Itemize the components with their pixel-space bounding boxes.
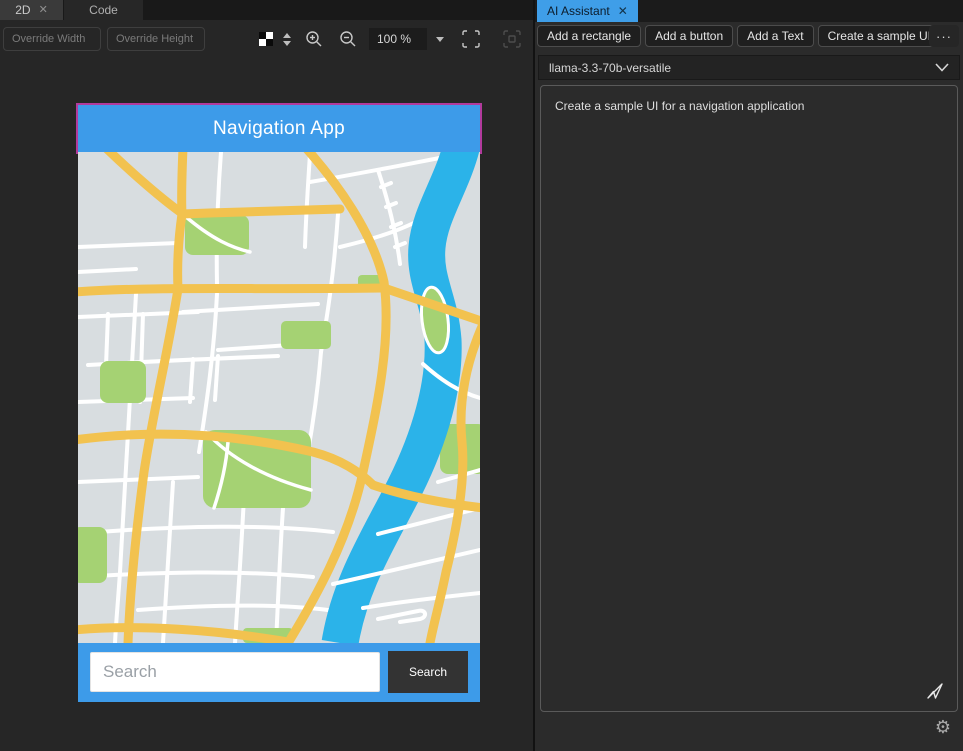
zoom-dropdown-arrow-icon[interactable]	[436, 36, 444, 42]
add-text-button[interactable]: Add a Text	[737, 25, 814, 47]
step-up-icon	[283, 32, 291, 38]
navigation-app-mockup[interactable]: Navigation App Search Search	[78, 105, 480, 702]
canvas-background-color-button[interactable]	[253, 26, 279, 52]
design-toolbar: 100 %	[0, 20, 561, 58]
override-width-input[interactable]	[3, 27, 101, 51]
ai-settings-button[interactable]: ⚙	[931, 715, 955, 739]
mockup-map[interactable]	[78, 152, 480, 643]
mockup-search-button[interactable]: Search	[388, 651, 468, 693]
chevron-down-icon	[935, 63, 949, 72]
zoom-out-button[interactable]	[335, 26, 361, 52]
ai-assistant-panel: AI Assistant ✕ Add a rectangle Add a but…	[535, 0, 963, 751]
zoom-in-button[interactable]	[301, 26, 327, 52]
send-prompt-button[interactable]	[923, 679, 947, 703]
tab-code-label: Code	[89, 3, 118, 17]
tab-2d-close-icon[interactable]: ✕	[39, 4, 48, 16]
tab-ai-assistant-close-icon[interactable]: ✕	[618, 4, 628, 18]
tab-ai-assistant-label: AI Assistant	[547, 4, 610, 18]
background-color-stepper[interactable]	[283, 32, 291, 46]
zoom-in-icon	[306, 31, 322, 47]
zoom-level-field[interactable]: 100 %	[369, 28, 427, 50]
tab-2d[interactable]: 2D ✕	[0, 0, 63, 20]
tab-ai-assistant[interactable]: AI Assistant ✕	[537, 0, 638, 22]
mockup-search-input[interactable]	[90, 652, 380, 692]
add-rectangle-button[interactable]: Add a rectangle	[537, 25, 642, 47]
app-window: 2D ✕ Code Override Width Override Height…	[0, 0, 963, 751]
map-image	[78, 152, 480, 643]
zoom-level-value: 100 %	[377, 32, 412, 46]
tab-code[interactable]: Code	[64, 0, 143, 20]
step-down-icon	[283, 40, 291, 46]
send-icon	[927, 683, 943, 699]
override-height-input[interactable]	[107, 27, 205, 51]
fit-to-screen-icon	[462, 30, 480, 48]
mockup-header[interactable]: Navigation App	[78, 105, 480, 152]
add-button-button[interactable]: Add a button	[645, 25, 734, 47]
gear-icon: ⚙	[934, 717, 952, 737]
zoom-selection-button	[499, 26, 525, 52]
zoom-out-icon	[340, 31, 356, 47]
model-selector-value: llama-3.3-70b-versatile	[549, 60, 672, 75]
mockup-search-bar: Search	[78, 643, 480, 702]
document-tabbar: 2D ✕ Code	[0, 0, 533, 20]
zoom-selection-icon	[503, 30, 521, 48]
model-selector-dropdown[interactable]: llama-3.3-70b-versatile	[538, 55, 960, 80]
ai-actions-row: Add a rectangle Add a button Add a Text …	[537, 25, 961, 47]
ai-assistant-tabbar: AI Assistant ✕	[535, 0, 963, 22]
more-actions-button[interactable]: ···	[929, 25, 959, 47]
create-sample-ui-button[interactable]: Create a sample UI	[817, 25, 941, 47]
design-canvas[interactable]: Navigation App Search Search	[0, 58, 533, 751]
design-panel: 2D ✕ Code Override Width Override Height…	[0, 0, 561, 751]
checkerboard-icon	[259, 32, 273, 46]
ai-prompt-box[interactable]: Create a sample UI for a navigation appl…	[540, 85, 958, 712]
tab-2d-label: 2D	[15, 3, 31, 17]
fit-to-screen-button[interactable]	[458, 26, 484, 52]
mockup-title: Navigation App	[212, 117, 345, 139]
ai-prompt-text[interactable]: Create a sample UI for a navigation appl…	[555, 98, 943, 115]
